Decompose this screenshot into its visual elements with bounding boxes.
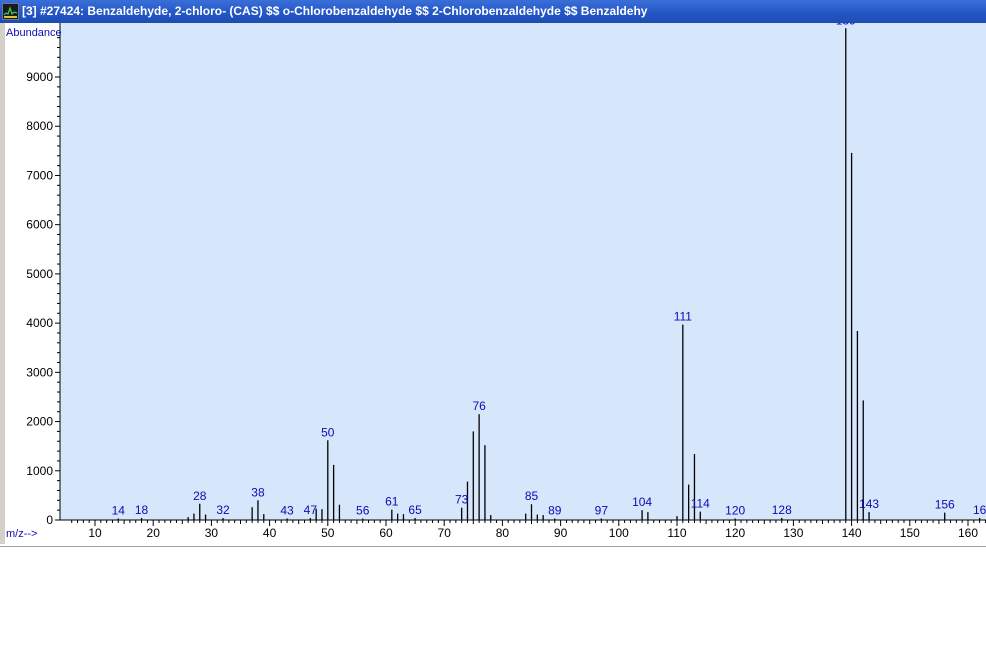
mass-spectrum-chart[interactable]: 0 1000 2000 3000 4000 5000 6000 7000 8000 9000 10… — [0, 13, 986, 544]
y-tick-label: 2000 — [26, 415, 53, 429]
x-tick-label: 160 — [958, 526, 978, 540]
x-tick-label: 150 — [900, 526, 920, 540]
peak-label: 65 — [408, 503, 422, 517]
peak-label: 114 — [691, 497, 710, 511]
x-tick-label: 110 — [667, 526, 686, 540]
peak-label: 76 — [472, 399, 486, 413]
x-tick-label: 130 — [783, 526, 803, 540]
x-tick-label: 50 — [321, 526, 335, 540]
peak-label: 61 — [385, 495, 399, 509]
peak-label: 32 — [216, 503, 230, 517]
peak-label: 38 — [251, 485, 265, 499]
y-tick-label: 3000 — [26, 365, 53, 379]
peak-label: 139 — [836, 23, 856, 27]
y-axis-label: Abundance — [6, 27, 62, 39]
x-tick-label: 120 — [725, 526, 745, 540]
x-tick-label: 20 — [147, 526, 161, 540]
peak-label: 50 — [321, 425, 335, 439]
x-tick-label: 40 — [263, 526, 277, 540]
y-tick-label: 4000 — [26, 316, 53, 330]
title-bar[interactable]: [3] #27424: Benzaldehyde, 2-chloro- (CAS… — [0, 0, 986, 23]
peak-label: 111 — [674, 310, 693, 324]
x-tick-label: 140 — [842, 526, 862, 540]
peak-label: 128 — [772, 503, 792, 517]
x-axis-ticks: 10 20 30 40 50 60 70 80 90 100 110 120 130 140 150 160 — [71, 520, 986, 540]
y-tick-label: 6000 — [26, 218, 53, 232]
peak-label: 56 — [356, 504, 370, 518]
x-tick-label: 100 — [609, 526, 629, 540]
peak-label: 120 — [725, 504, 745, 518]
y-tick-label: 5000 — [26, 267, 53, 281]
y-tick-label: 0 — [46, 513, 53, 527]
x-tick-label: 80 — [496, 526, 510, 540]
peak-label: 14 — [112, 504, 126, 518]
chromatogram-app-icon[interactable] — [2, 3, 19, 20]
peak-label: 104 — [632, 495, 652, 509]
peak-label: 143 — [859, 497, 879, 511]
peak-label: 16 — [973, 503, 986, 517]
x-axis-label: m/z--> — [6, 528, 37, 540]
spectrum-window: [3] #27424: Benzaldehyde, 2-chloro- (CAS… — [0, 0, 986, 547]
x-tick-label: 10 — [88, 526, 102, 540]
x-tick-label: 90 — [554, 526, 568, 540]
peak-label: 43 — [280, 504, 294, 518]
peak-label: 47 — [304, 503, 318, 517]
y-tick-label: 1000 — [26, 464, 53, 478]
y-tick-label: 8000 — [26, 119, 53, 133]
peak-label: 28 — [193, 489, 207, 503]
y-tick-label: 9000 — [26, 70, 53, 84]
peak-label: 85 — [525, 489, 539, 503]
window-left-edge — [0, 23, 5, 544]
x-tick-label: 60 — [379, 526, 393, 540]
y-tick-label: 7000 — [26, 168, 53, 182]
peak-label: 73 — [455, 493, 469, 507]
window-title: [3] #27424: Benzaldehyde, 2-chloro- (CAS… — [22, 4, 648, 18]
y-axis-ticks: 0 1000 2000 3000 4000 5000 6000 7000 8000 9000 — [26, 37, 60, 527]
peak-label: 89 — [548, 504, 562, 518]
peak-label: 18 — [135, 503, 149, 517]
peak-label: 156 — [935, 498, 955, 512]
peak-label: 97 — [595, 504, 609, 518]
x-tick-label: 30 — [205, 526, 219, 540]
chart-area: 0 1000 2000 3000 4000 5000 6000 7000 8000 9000 10… — [0, 13, 986, 544]
plot-background — [60, 23, 986, 520]
app-icon-graphic — [3, 6, 18, 18]
x-tick-label: 70 — [438, 526, 452, 540]
